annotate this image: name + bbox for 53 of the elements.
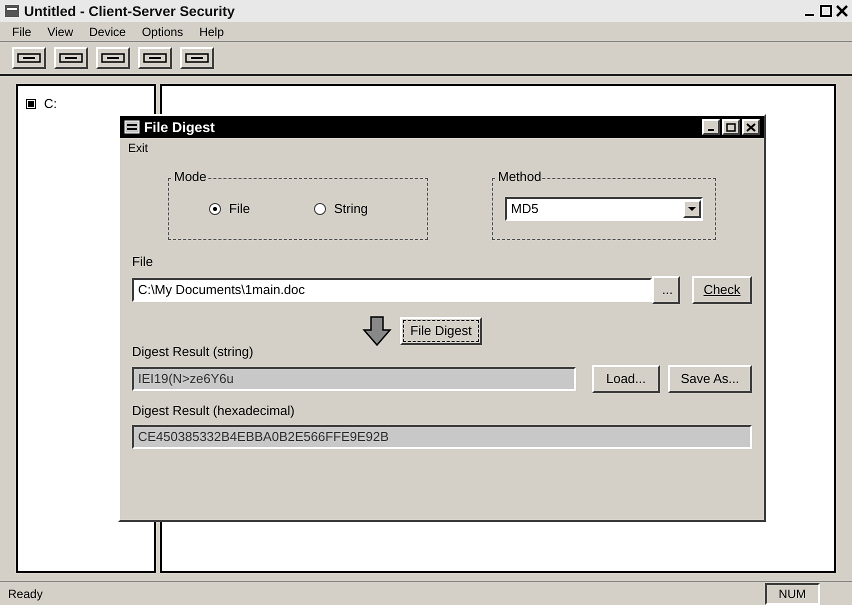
maximize-button[interactable] [722, 119, 740, 135]
group-label: Mode [173, 170, 208, 183]
toolbar-button[interactable] [180, 47, 214, 69]
caret-icon [688, 207, 696, 211]
status-text: Ready [8, 586, 43, 602]
toolbar-icon [59, 53, 83, 63]
expand-toggle[interactable] [26, 98, 36, 109]
load-button[interactable]: Load... [592, 365, 660, 393]
app-icon [4, 4, 20, 18]
close-button[interactable] [742, 119, 760, 135]
file-digest-button[interactable]: File Digest [400, 316, 482, 344]
close-icon[interactable] [836, 4, 848, 18]
menu-item[interactable]: Device [89, 22, 126, 40]
dialog-title: File Digest [144, 118, 215, 137]
radio-button[interactable] [314, 203, 326, 215]
minimize-icon [708, 128, 714, 130]
maximize-icon[interactable] [820, 4, 832, 18]
maximize-icon [726, 122, 736, 132]
radio-label: File [229, 200, 250, 218]
digest-hex-field[interactable]: CE450385332B4EBBA0B2E566FFE9E92B [132, 424, 752, 448]
save-as-button[interactable]: Save As... [668, 365, 752, 393]
group-label: Method [497, 170, 542, 183]
check-button[interactable]: Check [692, 276, 752, 304]
dropdown-button[interactable] [683, 200, 701, 218]
method-dropdown[interactable]: MD5 [505, 197, 703, 221]
close-icon [746, 122, 756, 132]
toolbar-icon [101, 53, 125, 63]
toolbar-button[interactable] [12, 47, 46, 69]
menu-item[interactable]: Exit [128, 139, 148, 157]
window-title: Untitled - Client-Server Security [24, 2, 235, 21]
menu-item[interactable]: Options [142, 22, 184, 40]
menu-item[interactable]: View [47, 22, 74, 40]
toolbar-button[interactable] [96, 47, 130, 69]
radio-label: String [334, 200, 368, 218]
toolbar-icon [185, 53, 209, 63]
radio-button[interactable] [209, 203, 221, 215]
browse-button[interactable]: ... [652, 276, 680, 304]
drive-label[interactable]: C: [44, 94, 57, 114]
menu-item[interactable]: File [12, 22, 32, 40]
minimize-button[interactable] [702, 119, 720, 135]
toolbar-icon [17, 53, 41, 63]
field-label: Digest Result (string) [132, 342, 254, 361]
toolbar-button[interactable] [138, 47, 172, 69]
menu-item[interactable]: Help [199, 22, 224, 40]
toolbar-icon [143, 53, 167, 63]
field-label: Digest Result (hexadecimal) [132, 402, 296, 420]
file-path-field[interactable]: C:\My Documents\1main.doc [132, 278, 652, 302]
field-label: File [132, 253, 154, 271]
num-lock-indicator: NUM [764, 582, 820, 604]
app-icon [124, 120, 140, 134]
down-arrow-icon [362, 316, 392, 346]
digest-string-field[interactable]: IEI19(N>ze6Y6u [132, 367, 576, 391]
toolbar-button[interactable] [54, 47, 88, 69]
